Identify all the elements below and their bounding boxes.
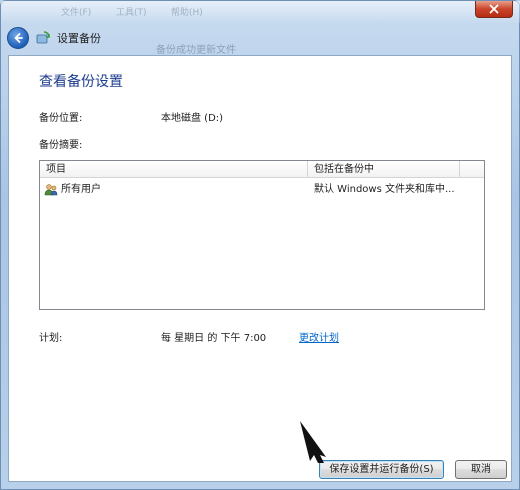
row-item-cell: 所有用户: [44, 180, 101, 200]
blurred-background-title: 备份成功更新文件: [156, 45, 236, 56]
window-title: 设置备份: [57, 32, 101, 45]
back-arrow-icon: [14, 33, 23, 43]
backup-location-label: 备份位置:: [39, 113, 83, 124]
content-panel: 查看备份设置 备份位置: 本地磁盘 (D:) 备份摘要: 项目 包括在备份中 所…: [8, 55, 512, 482]
column-header-item[interactable]: 项目: [40, 161, 308, 178]
change-schedule-link[interactable]: 更改计划: [299, 329, 339, 344]
users-icon: [44, 184, 58, 196]
backup-summary-table: 项目 包括在备份中 所有用户 默认 Windows 文件夹和库中...: [39, 160, 485, 310]
pointer-arrow-icon: [300, 421, 326, 463]
backup-location-value: 本地磁盘 (D:): [161, 113, 224, 124]
table-header: 项目 包括在备份中: [40, 161, 484, 178]
schedule-value: 每 星期日 的 下午 7:00: [161, 333, 267, 344]
close-icon: [489, 4, 499, 14]
blurred-menu-1: 文件(F): [61, 8, 92, 18]
column-header-included[interactable]: 包括在备份中: [308, 161, 460, 178]
backup-icon: [36, 31, 50, 44]
row-included-cell: 默认 Windows 文件夹和库中...: [314, 184, 455, 195]
schedule-label: 计划:: [39, 333, 63, 344]
table-row[interactable]: 所有用户 默认 Windows 文件夹和库中...: [40, 180, 484, 200]
blurred-menu-2: 工具(T): [116, 8, 147, 18]
close-button[interactable]: [475, 1, 513, 18]
back-button[interactable]: [7, 27, 29, 49]
cancel-button[interactable]: 取消: [455, 460, 507, 479]
page-title: 查看备份设置: [39, 74, 123, 90]
navigation-bar: 设置备份: [7, 25, 101, 51]
blurred-menu-3: 帮助(H): [171, 8, 203, 18]
row-item-label: 所有用户: [61, 184, 101, 195]
save-and-run-backup-button[interactable]: 保存设置并运行备份(S): [319, 460, 444, 479]
backup-summary-label: 备份摘要:: [39, 140, 83, 151]
